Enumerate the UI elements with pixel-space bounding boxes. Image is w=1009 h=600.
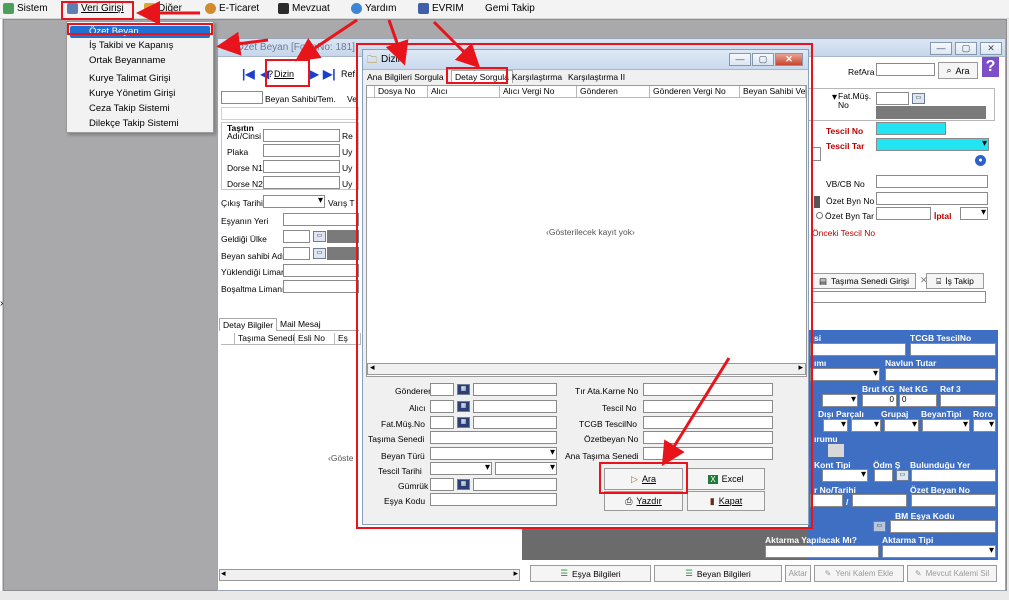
arrow-to-dizin-dialog	[385, 19, 409, 66]
annotation-arrows	[136, 1, 731, 467]
arrow-to-detay-sorgula	[432, 20, 481, 69]
arrow-to-dizin-button	[295, 18, 358, 62]
arrow-to-ozet-beyan	[216, 31, 269, 56]
arrow-to-ara-button	[661, 357, 731, 467]
